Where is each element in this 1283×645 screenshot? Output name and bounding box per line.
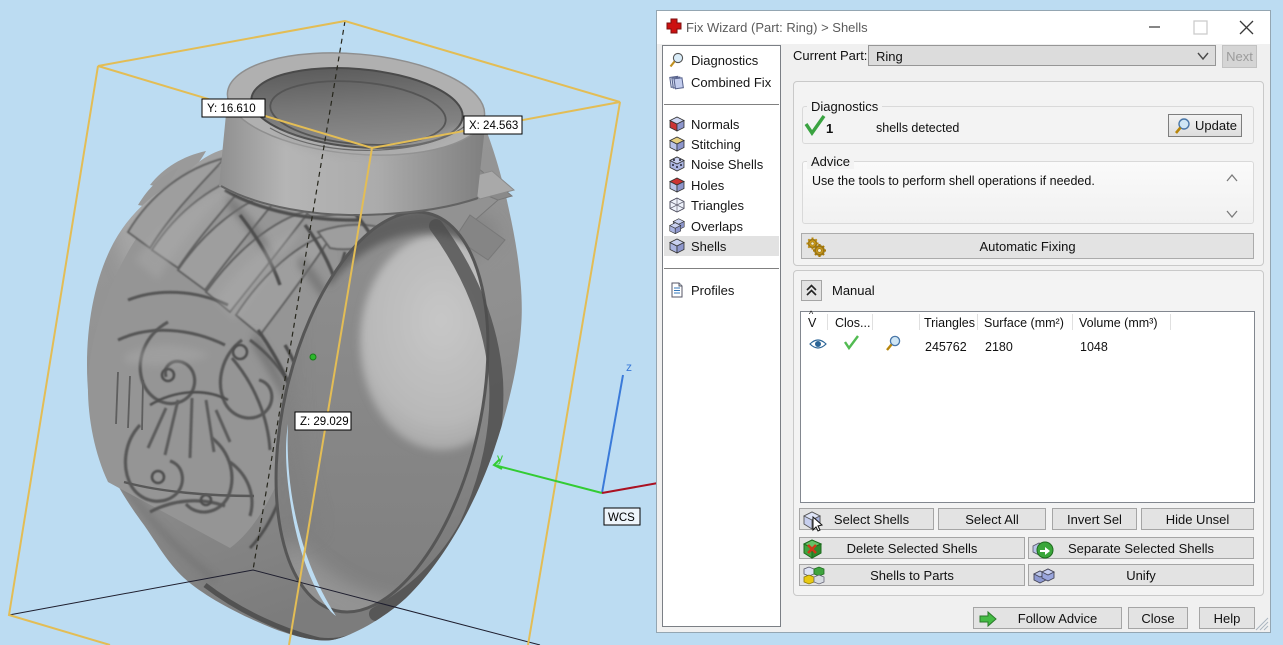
svg-text:WCS: WCS (608, 512, 635, 524)
svg-text:y: y (497, 451, 503, 465)
svg-text:z: z (626, 360, 632, 374)
svg-text:Y: 16.610: Y: 16.610 (207, 103, 256, 115)
svg-text:Z: 29.029: Z: 29.029 (300, 416, 349, 428)
svg-text:X: 24.563: X: 24.563 (469, 120, 518, 132)
